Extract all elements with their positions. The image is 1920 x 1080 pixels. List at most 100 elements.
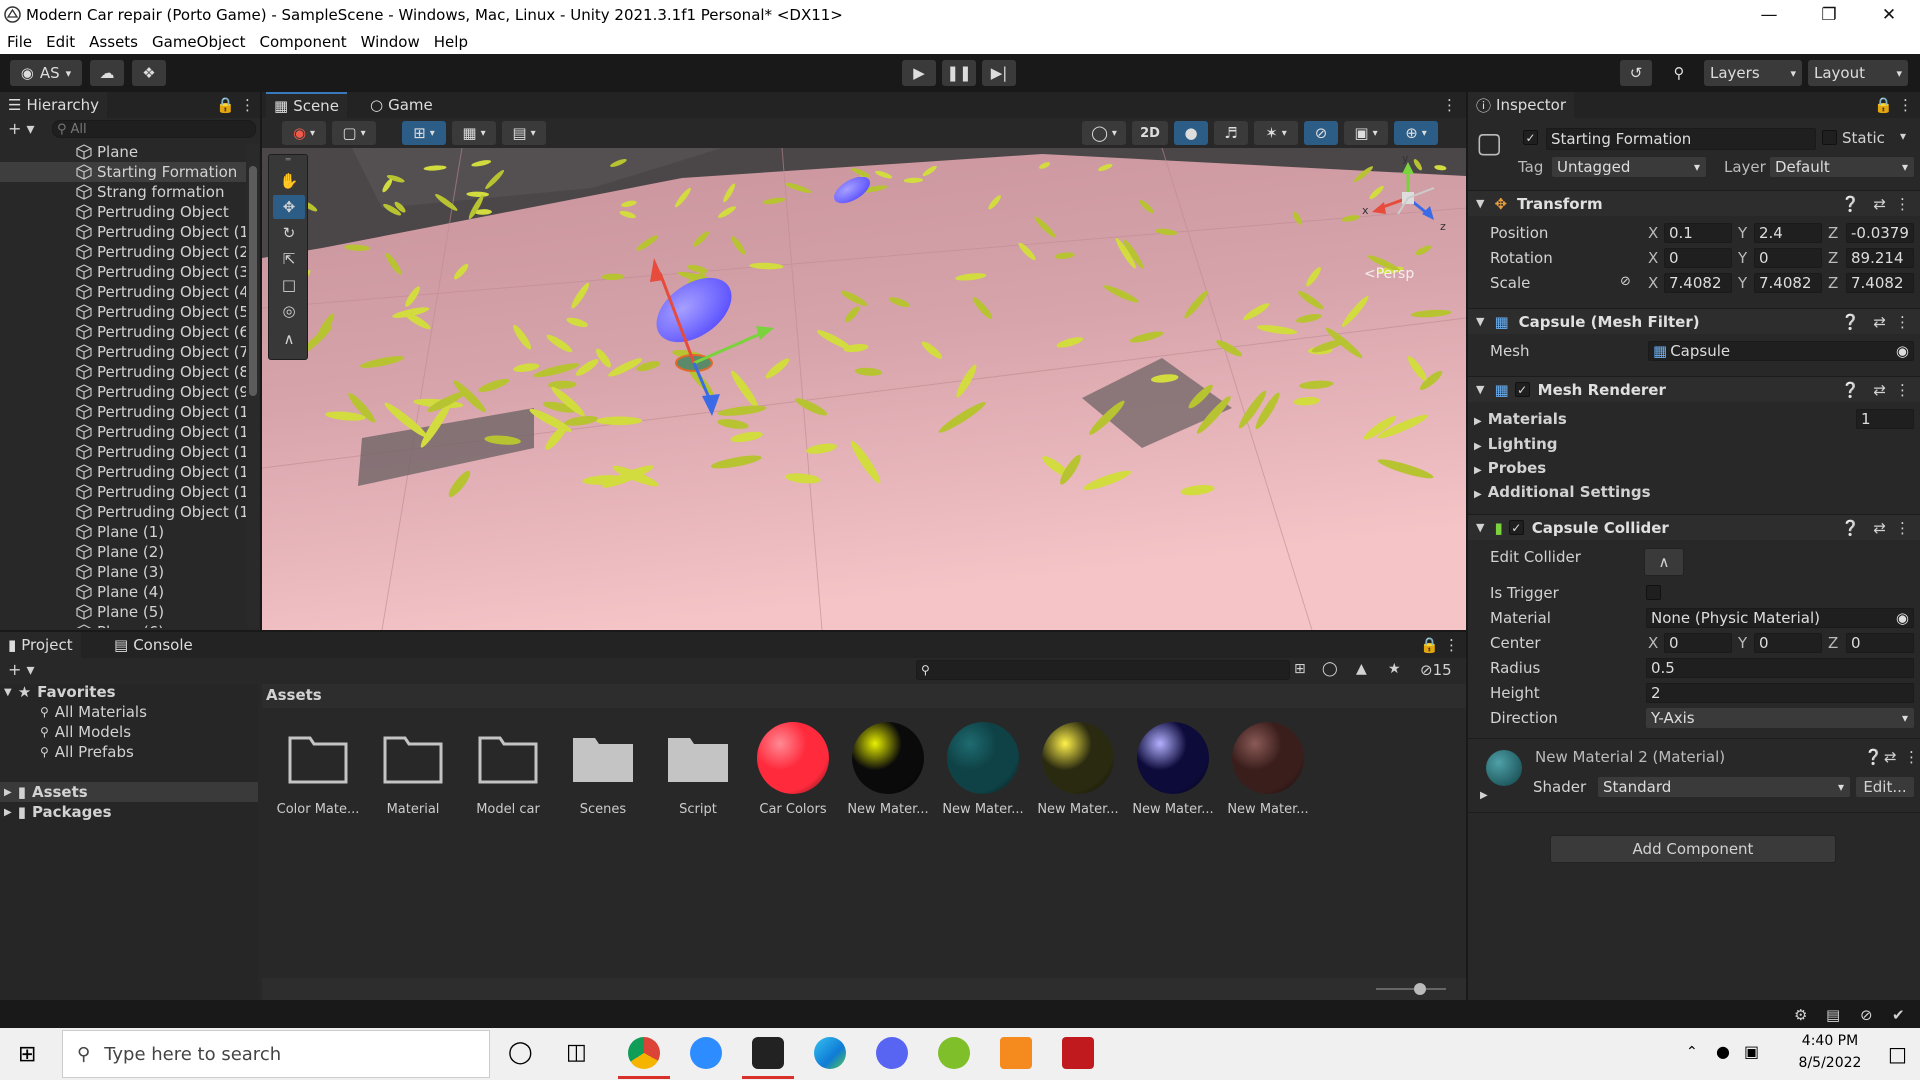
ok-icon[interactable]: ✔: [1892, 1006, 1905, 1024]
search-button[interactable]: ⚲: [1664, 60, 1694, 86]
direction-dropdown[interactable]: Y-Axis: [1646, 708, 1914, 728]
hierarchy-item[interactable]: Pertruding Object (1:: [0, 462, 246, 482]
lock-icon[interactable]: 🔒: [216, 96, 235, 114]
favorites-item[interactable]: ⚲ All Prefabs: [40, 742, 134, 762]
filter-type-icon[interactable]: ◯: [1322, 661, 1338, 677]
mesh-renderer-checkbox[interactable]: ✓: [1514, 382, 1530, 397]
physic-material-field[interactable]: None (Physic Material) ◉: [1646, 608, 1914, 628]
help-icon[interactable]: ❔: [1841, 195, 1860, 213]
assets-folder[interactable]: ▶ ▮ Assets: [4, 782, 88, 802]
mesh-filter-header[interactable]: ▼ ▦ Capsule (Mesh Filter) ❔ ⇄ ⋮: [1468, 308, 1920, 334]
orientation-gizmo[interactable]: y x z: [1362, 152, 1452, 236]
rotate-tool-icon[interactable]: ↻: [273, 221, 305, 245]
asset-item[interactable]: Model car: [466, 722, 550, 817]
favorite-star-icon[interactable]: ★: [1388, 661, 1401, 677]
constrain-scale-icon[interactable]: ⊘: [1620, 274, 1631, 289]
clock-time[interactable]: 4:40 PM: [1782, 1033, 1878, 1049]
draw-mode-dropdown[interactable]: ◉ ▾: [282, 121, 326, 145]
edge-icon[interactable]: [814, 1037, 846, 1069]
asset-item[interactable]: New Mater...: [1131, 722, 1215, 817]
shader-edit-button[interactable]: Edit...: [1856, 777, 1914, 797]
static-dropdown-icon[interactable]: ▾: [1900, 129, 1906, 143]
height-field[interactable]: 2: [1646, 683, 1914, 703]
hierarchy-item[interactable]: Pertruding Object (3: [0, 262, 246, 282]
layer-dropdown[interactable]: Default: [1770, 157, 1914, 177]
custom-tool-icon[interactable]: ∧: [273, 327, 305, 351]
additional-settings-foldout[interactable]: ▶ Additional Settings: [1474, 483, 1651, 501]
lighting-toggle[interactable]: ●: [1174, 121, 1208, 145]
hierarchy-item[interactable]: Pertruding Object (1': [0, 422, 246, 442]
menu-component[interactable]: Component: [253, 33, 354, 51]
sublime-text-icon[interactable]: [1000, 1037, 1032, 1069]
center-x-field[interactable]: 0: [1664, 633, 1732, 653]
bug-icon[interactable]: ⚙: [1794, 1006, 1807, 1024]
asset-item[interactable]: Material: [371, 722, 455, 817]
move-tool-icon[interactable]: ✥: [273, 195, 305, 219]
shader-dropdown[interactable]: Standard: [1598, 777, 1850, 797]
rotation-y-label[interactable]: Y: [1738, 249, 1747, 267]
asset-item[interactable]: Script: [656, 722, 740, 817]
hierarchy-item[interactable]: Pertruding Object (7): [0, 342, 246, 362]
mesh-renderer-header[interactable]: ▼ ▦ ✓ Mesh Renderer ❔ ⇄ ⋮: [1468, 376, 1920, 402]
position-y-label[interactable]: Y: [1738, 224, 1747, 242]
menu-gameobject[interactable]: GameObject: [145, 33, 253, 51]
notifications-icon[interactable]: □: [1888, 1042, 1907, 1066]
object-picker-icon[interactable]: ◉: [1896, 342, 1909, 360]
gizmos-dropdown[interactable]: ⊕ ▾: [1394, 121, 1438, 145]
probes-foldout[interactable]: ▶ Probes: [1474, 459, 1546, 477]
hierarchy-item[interactable]: Plane (4): [0, 582, 246, 602]
tab-scene[interactable]: ▦ Scene: [266, 92, 347, 118]
menu-assets[interactable]: Assets: [82, 33, 145, 51]
rotation-z-field[interactable]: 89.214: [1846, 248, 1914, 268]
asset-item[interactable]: New Mater...: [1226, 722, 1310, 817]
chrome-icon[interactable]: [628, 1037, 660, 1069]
capsule-collider-header[interactable]: ▼ ▮ ✓ Capsule Collider ❔ ⇄ ⋮: [1468, 514, 1920, 540]
cache-icon[interactable]: ▤: [1826, 1006, 1840, 1024]
taskbar-search-input[interactable]: ⚲ Type here to search: [62, 1030, 490, 1078]
scale-x-field[interactable]: 7.4082: [1664, 273, 1732, 293]
scale-z-label[interactable]: Z: [1828, 274, 1838, 292]
cloud-button[interactable]: ☁: [90, 60, 124, 86]
inspector-more-icon[interactable]: ⋮: [1898, 96, 1913, 114]
grid-visibility-dropdown[interactable]: ▤ ▾: [502, 121, 546, 145]
lighting-foldout[interactable]: ▶ Lighting: [1474, 435, 1558, 453]
project-create-button[interactable]: + ▾: [8, 660, 35, 679]
hierarchy-item[interactable]: Plane: [0, 142, 246, 162]
task-view-icon[interactable]: ◫: [566, 1040, 587, 1065]
add-component-button[interactable]: Add Component: [1550, 835, 1836, 863]
history-button[interactable]: ↺: [1620, 60, 1652, 86]
preset-icon[interactable]: ⇄: [1873, 381, 1886, 399]
debug-icon[interactable]: ⊘: [1860, 1006, 1873, 1024]
more-menu-icon[interactable]: ⋮: [240, 96, 255, 114]
create-button[interactable]: + ▾: [8, 119, 35, 138]
favorites-item[interactable]: ⚲ All Materials: [40, 702, 147, 722]
tab-hierarchy[interactable]: ☰ Hierarchy: [0, 92, 107, 118]
inspector-lock-icon[interactable]: 🔒: [1874, 96, 1893, 114]
hierarchy-item[interactable]: Starting Formation: [0, 162, 246, 182]
network-icon[interactable]: ▣: [1744, 1042, 1759, 1061]
favorites-item[interactable]: ⚲ All Models: [40, 722, 131, 742]
asset-item[interactable]: New Mater...: [1036, 722, 1120, 817]
hierarchy-item[interactable]: Plane (1): [0, 522, 246, 542]
center-y-label[interactable]: Y: [1738, 634, 1747, 652]
scene-viewport[interactable]: ═ ✋ ✥ ↻ ⇱ □ ◎ ∧ y x z <Persp: [262, 148, 1466, 630]
windows-start-icon[interactable]: ⊞: [18, 1042, 36, 1067]
step-button[interactable]: ▶|: [982, 60, 1016, 86]
hierarchy-item[interactable]: Pertruding Object (1.: [0, 482, 246, 502]
unity-hub-icon[interactable]: [752, 1037, 784, 1069]
hierarchy-scrollbar[interactable]: [247, 144, 259, 628]
edit-collider-button[interactable]: ∧: [1644, 548, 1684, 576]
scale-y-label[interactable]: Y: [1738, 274, 1747, 292]
zoom-slider[interactable]: [1376, 983, 1446, 995]
position-y-field[interactable]: 2.4: [1754, 223, 1822, 243]
hierarchy-item[interactable]: Strang formation: [0, 182, 246, 202]
hierarchy-item[interactable]: Pertruding Object (9): [0, 382, 246, 402]
hidden-packages-toggle[interactable]: ⊘15: [1420, 661, 1452, 679]
hierarchy-item[interactable]: Pertruding Object (4: [0, 282, 246, 302]
component-menu-icon[interactable]: ⋮: [1895, 519, 1910, 537]
center-x-label[interactable]: X: [1648, 634, 1658, 652]
help-icon[interactable]: ❔: [1864, 748, 1883, 766]
project-search-input[interactable]: ⚲: [916, 660, 1290, 680]
restore-button[interactable]: ❐: [1800, 0, 1858, 30]
scale-x-label[interactable]: X: [1648, 274, 1658, 292]
